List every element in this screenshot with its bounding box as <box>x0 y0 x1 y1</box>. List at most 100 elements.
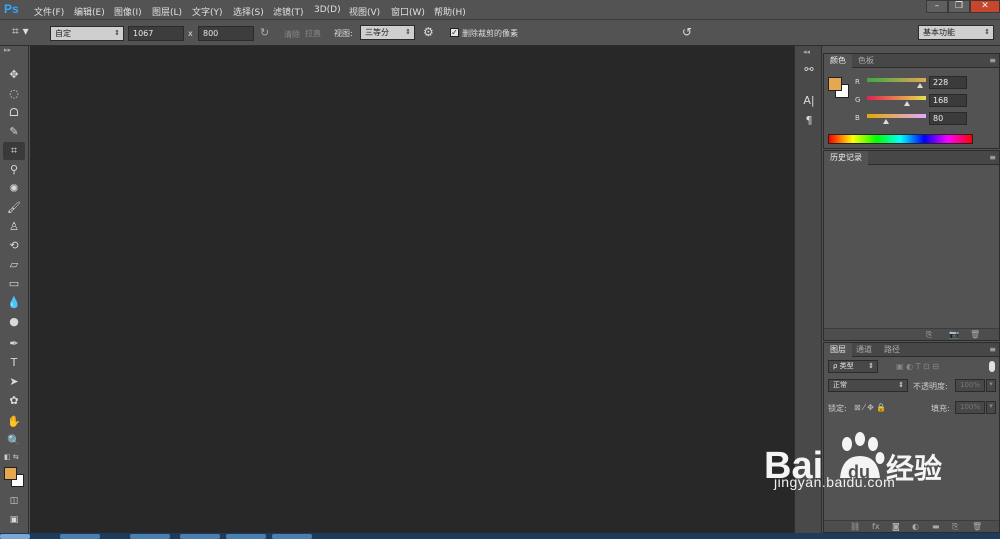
path-select-tool-icon[interactable]: ➤ <box>3 373 25 391</box>
quick-select-tool-icon[interactable]: ✎ <box>3 123 25 141</box>
lasso-tool-icon[interactable]: ᗝ <box>3 104 25 122</box>
swap-colors-icon[interactable]: ◧ ⇆ <box>4 453 19 461</box>
move-tool-icon[interactable]: ✥ <box>3 66 25 84</box>
restore-button[interactable]: ❐ <box>948 0 970 13</box>
collapse-arrows-icon[interactable]: ▸▸ <box>4 46 11 54</box>
hand-tool-icon[interactable]: ✋ <box>3 413 25 431</box>
filter-toggle[interactable] <box>989 361 995 372</box>
clone-stamp-tool-icon[interactable]: ♙ <box>3 218 25 236</box>
folder-icon[interactable]: ▬ <box>932 522 940 531</box>
foreground-color-chip[interactable] <box>828 77 842 91</box>
zoom-tool-icon[interactable]: 🔍 <box>3 432 25 450</box>
character-panel-icon[interactable]: A| <box>801 93 817 109</box>
history-brush-tool-icon[interactable]: ⟲ <box>3 237 25 255</box>
crop-tool-icon[interactable]: ⌗ <box>3 142 25 160</box>
history-panel-icon[interactable]: ⚯ <box>801 62 817 78</box>
taskbar-item[interactable] <box>130 534 170 539</box>
spot-heal-tool-icon[interactable]: ✺ <box>3 180 25 198</box>
quick-mask-icon[interactable]: ◫ <box>3 492 25 510</box>
channel-b-value[interactable]: 80 <box>929 112 967 125</box>
fill-input[interactable]: 100% <box>955 401 985 414</box>
fill-dropdown[interactable]: ▾ <box>986 401 996 414</box>
tab-history[interactable]: 历史记录 <box>824 151 868 165</box>
rotate-icon[interactable]: ↻ <box>260 26 274 40</box>
layer-filter-select[interactable]: ρ 类型 ⇕ <box>828 360 878 373</box>
trash-icon[interactable]: 🗑 <box>970 330 980 339</box>
eraser-tool-icon[interactable]: ▱ <box>3 256 25 274</box>
panel-menu-icon[interactable]: ≡ <box>989 345 996 354</box>
brush-tool-icon[interactable]: 🖌 <box>3 199 25 217</box>
adjustment-icon[interactable]: ◐ <box>912 522 919 531</box>
taskbar-item[interactable] <box>226 534 266 539</box>
taskbar-item[interactable] <box>60 534 100 539</box>
clear-button[interactable]: 清除 <box>284 29 300 40</box>
new-document-from-state-icon[interactable]: ⎘ <box>926 330 932 340</box>
minimize-button[interactable]: – <box>926 0 948 13</box>
view-overlay-select[interactable]: 三等分 ⇕ <box>360 25 415 40</box>
tab-color[interactable]: 颜色 <box>824 54 852 68</box>
tab-channels[interactable]: 通道 <box>850 343 878 357</box>
menu-type[interactable]: 文字(Y) <box>192 5 223 18</box>
menu-view[interactable]: 视图(V) <box>349 5 380 18</box>
opacity-input[interactable]: 100% <box>955 379 985 392</box>
menu-window[interactable]: 窗口(W) <box>391 5 425 18</box>
reset-icon[interactable]: ↺ <box>682 25 696 39</box>
canvas-area[interactable] <box>30 46 794 533</box>
filter-icons[interactable]: ▣ ◐ T ⊡ ⊟ <box>896 362 939 371</box>
channel-g-slider[interactable] <box>867 96 926 100</box>
channel-b-slider[interactable] <box>867 114 926 118</box>
panel-menu-icon[interactable]: ≡ <box>989 56 996 65</box>
lock-icons[interactable]: ⊠ ⁄ ✥ 🔒 <box>854 403 886 412</box>
start-button[interactable] <box>0 534 30 539</box>
gear-icon[interactable]: ⚙ <box>423 25 439 41</box>
shape-tool-icon[interactable]: ✿ <box>3 392 25 410</box>
paragraph-panel-icon[interactable]: ¶ <box>801 113 817 129</box>
close-button[interactable]: ✕ <box>970 0 1000 13</box>
trash-icon[interactable]: 🗑 <box>972 522 982 531</box>
tab-paths[interactable]: 路径 <box>878 343 906 357</box>
expand-arrows-icon[interactable]: ◂◂ <box>803 48 810 56</box>
channel-g-thumb[interactable] <box>904 101 910 106</box>
channel-b-thumb[interactable] <box>883 119 889 124</box>
tab-swatches[interactable]: 色板 <box>852 54 880 68</box>
eyedropper-tool-icon[interactable]: ⚲ <box>3 161 25 179</box>
menu-filter[interactable]: 滤镜(T) <box>273 5 304 18</box>
color-spectrum-bar[interactable] <box>828 134 973 144</box>
channel-g-value[interactable]: 168 <box>929 94 967 107</box>
ratio-preset-select[interactable]: 自定 ⇕ <box>50 26 124 41</box>
channel-r-thumb[interactable] <box>917 83 923 88</box>
foreground-color-swatch[interactable] <box>4 467 17 480</box>
screen-mode-icon[interactable]: ▣ <box>3 511 25 529</box>
blend-mode-select[interactable]: 正常 ⇕ <box>828 379 908 392</box>
menu-3d[interactable]: 3D(D) <box>314 5 341 15</box>
menu-help[interactable]: 帮助(H) <box>434 5 466 18</box>
tab-layers[interactable]: 图层 <box>824 343 852 357</box>
taskbar-item[interactable] <box>272 534 312 539</box>
link-icon[interactable]: ⛓ <box>850 522 860 531</box>
straighten-button[interactable]: 拉直 <box>305 28 321 39</box>
opacity-dropdown[interactable]: ▾ <box>986 379 996 392</box>
pen-tool-icon[interactable]: ✒ <box>3 335 25 353</box>
workspace-select[interactable]: 基本功能 ⇕ <box>918 25 994 40</box>
fx-icon[interactable]: fx <box>872 522 880 531</box>
crop-width-input[interactable]: 1067 <box>128 26 184 41</box>
menu-edit[interactable]: 编辑(E) <box>74 5 105 18</box>
mask-icon[interactable]: ◙ <box>892 522 900 531</box>
crop-height-input[interactable]: 800 <box>198 26 254 41</box>
gradient-tool-icon[interactable]: ▭ <box>3 275 25 293</box>
menu-file[interactable]: 文件(F) <box>34 5 64 18</box>
new-layer-icon[interactable]: ⎘ <box>952 522 958 532</box>
channel-r-value[interactable]: 228 <box>929 76 967 89</box>
menu-layer[interactable]: 图层(L) <box>152 5 182 18</box>
marquee-tool-icon[interactable]: ◌ <box>3 85 25 103</box>
dodge-tool-icon[interactable]: ● <box>3 313 25 331</box>
taskbar-item[interactable] <box>180 534 220 539</box>
type-tool-icon[interactable]: T <box>3 354 25 372</box>
crop-preset-icon[interactable]: ⌗ ▾ <box>12 24 40 40</box>
blur-tool-icon[interactable]: 💧 <box>3 294 25 312</box>
camera-icon[interactable]: 📷 <box>949 330 959 339</box>
menu-image[interactable]: 图像(I) <box>114 5 142 18</box>
channel-r-slider[interactable] <box>867 78 926 82</box>
menu-select[interactable]: 选择(S) <box>233 5 264 18</box>
delete-cropped-checkbox[interactable]: ✓ <box>450 28 459 37</box>
